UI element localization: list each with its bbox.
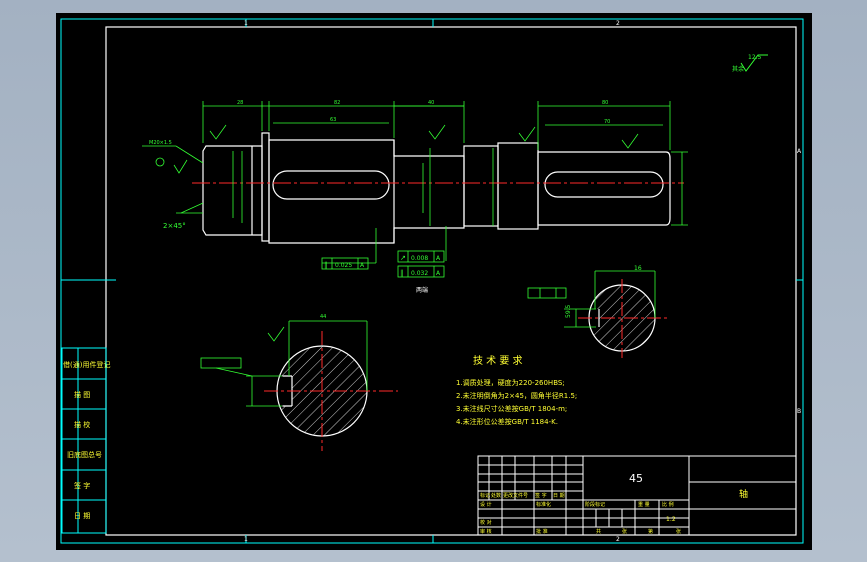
section-view-right — [527, 270, 668, 358]
main-view-dimensions — [142, 101, 688, 264]
scale-value: 1:2 — [666, 516, 676, 523]
role-review: 审 核 — [480, 528, 492, 535]
shaft-main-view — [202, 132, 671, 244]
dim-text-7: M20×1.5 — [149, 140, 172, 146]
dim-text-1: 28 — [237, 100, 243, 106]
note-item-3: 3.未注线尺寸公差按GB/T 1804-m; — [456, 404, 567, 413]
scale-label: 比 例 — [662, 501, 674, 508]
hdr-date: 日 期 — [553, 493, 565, 499]
side-row-1: 借(通)用件登记 — [63, 360, 110, 369]
side-row-4: 旧底图总号 — [67, 450, 102, 459]
dim-text-3: 40 — [428, 100, 434, 106]
note-item-1: 1.调质处理，硬度为220-260HBS; — [456, 378, 565, 387]
zone-bottom-1: 1 — [244, 536, 248, 543]
cad-drawing-canvas: 1 2 1 2 A B 借(通)用件登记 描 图 描 校 旧底图总号 签 字 日… — [56, 13, 812, 550]
hdr-mark: 标记 — [480, 492, 490, 499]
zone-right-b: B — [797, 408, 801, 415]
sheet-num-suffix: 张 — [676, 528, 681, 535]
sheet-total-suffix: 张 — [622, 528, 627, 535]
shaft-drawing: 1 2 1 2 A B 借(通)用件登记 描 图 描 校 旧底图总号 签 字 日… — [60, 18, 804, 544]
datum-a-marker — [155, 157, 165, 167]
std-label: 标准化 — [536, 501, 551, 508]
tol-2-ref: A — [436, 255, 441, 262]
tol-2-value: 0.008 — [411, 255, 428, 262]
tol-3-ref: A — [436, 270, 441, 277]
dim-text-4: 80 — [602, 100, 608, 106]
left-section-width: 44 — [320, 314, 326, 320]
tol-1-symbol: ∥ — [324, 261, 328, 269]
part-name: 轴 — [739, 488, 748, 500]
sheet-total-prefix: 共 — [596, 528, 601, 535]
dim-text-6: 70 — [604, 119, 610, 125]
dim-text-2: 82 — [334, 100, 340, 106]
note-item-4: 4.未注形位公差按GB/T 1184-K. — [456, 417, 558, 426]
role-check: 校 对 — [480, 519, 492, 526]
zone-top-1: 1 — [244, 20, 248, 27]
zone-right-a: A — [797, 148, 802, 155]
stage-label: 阶段标记 — [585, 501, 605, 508]
dim-text-5: 63 — [330, 117, 336, 123]
side-registration-table — [61, 347, 107, 534]
hdr-count: 处数 — [491, 492, 501, 499]
zone-bottom-2: 2 — [616, 536, 620, 543]
roughness-value: 12.5 — [748, 54, 762, 61]
weight-label: 重 量 — [638, 501, 650, 508]
tol-1-value: 0.025 — [335, 262, 352, 269]
roughness-note-label: 其余 — [732, 65, 744, 73]
chamfer-dim: 2×45° — [163, 222, 186, 230]
tol-3-value: 0.032 — [411, 270, 428, 277]
side-row-3: 描 校 — [74, 420, 90, 429]
approve-label: 批 准 — [536, 528, 548, 535]
hdr-sign: 签 字 — [535, 492, 547, 499]
side-row-6: 日 期 — [74, 512, 90, 520]
notes-title: 技 术 要 求 — [473, 354, 523, 367]
drawing-frame — [60, 18, 804, 544]
sheet-num-prefix: 第 — [648, 528, 653, 535]
section-view-left — [200, 320, 398, 451]
role-design: 设 计 — [480, 501, 492, 508]
side-row-5: 签 字 — [74, 481, 90, 490]
zone-top-2: 2 — [616, 20, 620, 27]
tol-3-symbol: ∥ — [400, 269, 404, 277]
material-value: 45 — [629, 472, 643, 485]
hdr-change-doc: 更改文件号 — [503, 492, 528, 499]
side-row-2: 描 图 — [74, 390, 90, 399]
key-depth-right: 59.5 — [565, 304, 572, 318]
note-item-2: 2.未注明倒角为2×45，圆角半径R1.5; — [456, 391, 577, 400]
section-label: 两端 — [416, 286, 428, 294]
tol-2-symbol: ↗ — [400, 254, 406, 262]
